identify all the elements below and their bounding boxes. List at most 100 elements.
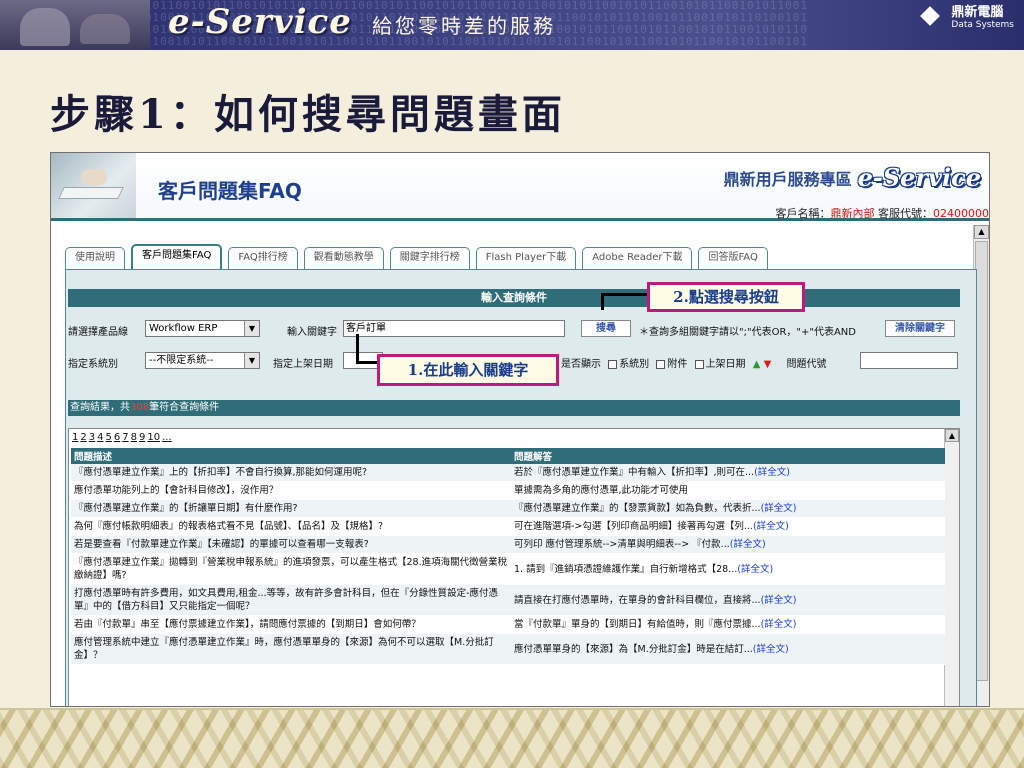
page-link-more[interactable]: ... (162, 432, 172, 443)
keyword-input[interactable]: 客戶訂單 (343, 320, 565, 337)
page-link[interactable]: 5 (106, 432, 112, 443)
faq-question[interactable]: 『應付憑單建立作業』拋轉到『營業稅申報系統』的進項發票，可以產生格式【28.進項… (71, 553, 511, 585)
chevron-down-icon[interactable]: ▼ (244, 321, 259, 336)
faq-question[interactable]: 打應付憑單時有許多費用，如文具費用,租金...等等，故有許多會計科目，但在『分錄… (71, 584, 511, 616)
product-label: 請選擇產品線 (68, 327, 128, 338)
page-link[interactable]: 1 (72, 432, 78, 443)
slide-title: 步驟1：如何搜尋問題畫面 (50, 91, 566, 138)
table-row[interactable]: 打應付憑單時有許多費用，如文具費用,租金...等等，故有許多會計科目，但在『分錄… (71, 584, 945, 616)
tab-keyword-ranking[interactable]: 關鍵字排行榜 (389, 247, 470, 269)
attachment-checkbox[interactable] (656, 359, 666, 369)
faq-question[interactable]: 若是要查看『付款單建立作業』【未確認】的單據可以查看哪一支報表? (71, 535, 511, 554)
table-row[interactable]: 『應付憑單建立作業』上的【折扣率】不會自行換算,那能如何運用呢? 若於『應付憑單建… (71, 464, 945, 482)
tab-flash-download[interactable]: Flash Player下載 (475, 247, 577, 269)
answer-text: 『應付憑單建立作業』的【發票貨款】如為負數，代表折... (514, 503, 761, 514)
page-link[interactable]: 4 (97, 432, 103, 443)
faq-answer: 當『付款單』單身的【到期日】有給值時，則『應付票據...(詳全文) (511, 615, 945, 634)
search-button[interactable]: 搜尋 (581, 320, 631, 337)
table-row[interactable]: 應付管理系統中建立『應付憑單建立作業』時，應付憑單單身的【來源】為何不可以選取【… (71, 633, 945, 665)
app-header: 客戶問題集FAQ 鼎新用戶服務專區 e-Service 客戶名稱：鼎新內部 客服… (51, 153, 990, 221)
tab-faq[interactable]: 客戶問題集FAQ (131, 244, 223, 269)
brand-name-en: Data Systems (951, 20, 1014, 30)
slide-banner: 1010010110010110100101100101011001010110… (0, 0, 1024, 50)
read-more-link[interactable]: (詳全文) (737, 564, 773, 575)
customer-name: 鼎新內部 (830, 207, 875, 220)
zone-label: 鼎新用戶服務專區 (723, 169, 852, 189)
customer-info: 客戶名稱：鼎新內部 客服代號：02400000 (775, 207, 990, 220)
table-row[interactable]: 若是要查看『付款單建立作業』【未確認】的單據可以查看哪一支報表? 可列印 應付管理… (71, 535, 945, 554)
faq-question[interactable]: 若由『付款單』串至【應付票據建立作業】，請問應付票據的【到期日】會如何帶？ (71, 615, 511, 634)
faq-answer: 可列印 應付管理系統-->清單與明細表--> 『付款...(詳全文) (511, 535, 945, 554)
date-checkbox[interactable] (694, 359, 704, 369)
read-more-link[interactable]: (詳全文) (761, 595, 797, 606)
callout-2-pointer-h (601, 293, 647, 296)
app-title: 客戶問題集FAQ (158, 179, 302, 203)
callout-search-button: 2.點選搜尋按鈕 (647, 282, 805, 312)
results-summary: 查詢結果，共308筆符合查詢條件 (68, 400, 960, 416)
faq-question[interactable]: 應付管理系統中建立『應付憑單建立作業』時，應付憑單單身的【來源】為何不可以選取【… (71, 633, 511, 665)
read-more-link[interactable]: (詳全文) (753, 644, 789, 655)
date-label: 指定上架日期 (273, 359, 333, 370)
page-link[interactable]: 8 (131, 432, 137, 443)
faq-answer: 若於『應付憑單建立作業』中有輸入【折扣率】,則可在...(詳全文) (511, 464, 945, 482)
pagination: 1 2 3 4 5 6 7 8 9 10... (72, 432, 174, 443)
tab-bar: 使用說明 客戶問題集FAQ FAQ排行榜 觀看動態教學 關鍵字排行榜 Flash… (65, 244, 768, 269)
table-row[interactable]: 『應付憑單建立作業』拋轉到『營業稅申報系統』的進項發票，可以產生格式【28.進項… (71, 553, 945, 585)
faq-question[interactable]: 『應付憑單建立作業』上的【折扣率】不會自行換算,那能如何運用呢? (71, 464, 511, 482)
table-row[interactable]: 『應付憑單建立作業』的【折讓單日期】有什麼作用? 『應付憑單建立作業』的【發票貨款… (71, 499, 945, 518)
column-header-question: 問題描述 (71, 448, 511, 464)
page-link[interactable]: 2 (80, 432, 86, 443)
read-more-link[interactable]: (詳全文) (754, 467, 790, 478)
tab-help[interactable]: 使用說明 (65, 247, 125, 269)
answer-text: 當『付款單』單身的【到期日】有給值時，則『應付票據... (514, 619, 761, 630)
read-more-link[interactable]: (詳全文) (753, 521, 789, 532)
table-row[interactable]: 若由『付款單』串至【應付票據建立作業】，請問應付票據的【到期日】會如何帶？ 當『付… (71, 615, 945, 634)
scroll-up-icon[interactable]: ▲ (974, 225, 989, 239)
read-more-link[interactable]: (詳全文) (761, 503, 797, 514)
banner-slogan: 給您零時差的服務 (372, 14, 556, 38)
read-more-link[interactable]: (詳全文) (730, 539, 766, 550)
column-header-answer: 問題解答 (511, 448, 945, 464)
system-checkbox[interactable] (608, 359, 618, 369)
page-link[interactable]: 3 (89, 432, 95, 443)
service-code: 02400000 (933, 207, 989, 220)
table-row[interactable]: 為何『應付帳款明細表』的報表格式看不見【品號】、【品名】及【規格】? 可在進階選項… (71, 517, 945, 536)
table-row[interactable]: 應付憑單功能列上的【會計科目修改】，沒作用？ 單據需為多角的應付憑單,此功能才可使… (71, 481, 945, 500)
answer-text: 可在進階選項->勾選【列印商品明細】接著再勾選【列... (514, 521, 753, 532)
tab-faq-ranking[interactable]: FAQ排行榜 (228, 247, 298, 269)
faq-answer: 可在進階選項->勾選【列印商品明細】接著再勾選【列...(詳全文) (511, 517, 945, 536)
question-code-input[interactable] (860, 352, 958, 369)
product-select[interactable]: Workflow ERP ▼ (145, 320, 260, 337)
chevron-down-icon[interactable]: ▼ (244, 353, 259, 368)
read-more-link[interactable]: (詳全文) (761, 619, 797, 630)
search-hint: ＊查詢多組關鍵字請以";"代表OR，"+"代表AND (639, 327, 856, 338)
banner-photo (0, 0, 150, 50)
scroll-up-icon[interactable]: ▲ (945, 429, 959, 442)
faq-answer: 單據需為多角的應付憑單,此功能才可使用 (511, 481, 945, 500)
keyboard-photo (51, 153, 136, 218)
faq-answer: 應付憑單單身的【來源】為【M.分批訂金】時是在結訂...(詳全文) (511, 633, 945, 665)
arrow-down-icon[interactable]: ▼ (764, 359, 772, 370)
faq-question[interactable]: 應付憑單功能列上的【會計科目修改】，沒作用？ (71, 481, 511, 500)
display-options: 是否顯示 系統別 附件 上架日期 ▲ ▼ 問題代號 (561, 359, 827, 370)
list-scrollbar[interactable]: ▲ (944, 429, 959, 706)
keyword-label: 輸入關鍵字 (287, 327, 337, 338)
faq-answer: 請直接在打應付憑單時，在單身的會計科目欄位，直接將...(詳全文) (511, 584, 945, 616)
faq-question[interactable]: 為何『應付帳款明細表』的報表格式看不見【品號】、【品名】及【規格】? (71, 517, 511, 536)
page-link[interactable]: 7 (122, 432, 128, 443)
tab-adobe-download[interactable]: Adobe Reader下載 (582, 247, 693, 269)
search-header: 輸入查詢條件 (68, 289, 960, 307)
arrow-up-icon[interactable]: ▲ (753, 359, 761, 370)
banner-logo: e-Service (168, 2, 352, 42)
tab-answer-faq[interactable]: 回答版FAQ (698, 247, 768, 269)
faq-question[interactable]: 『應付憑單建立作業』的【折讓單日期】有什麼作用? (71, 499, 511, 518)
faq-answer: 『應付憑單建立作業』的【發票貨款】如為負數，代表折...(詳全文) (511, 499, 945, 518)
system-select[interactable]: --不限定系統-- ▼ (145, 352, 260, 369)
page-link[interactable]: 6 (114, 432, 120, 443)
brand-logo: 鼎新電腦 Data Systems (915, 6, 1014, 32)
clear-keyword-button[interactable]: 清除關鍵字 (885, 320, 955, 337)
tab-tutorial[interactable]: 觀看動態教學 (303, 247, 384, 269)
page-link[interactable]: 10 (147, 432, 160, 443)
faq-table: 問題描述 問題解答 『應付憑單建立作業』上的【折扣率】不會自行換算,那能如何運用… (71, 448, 945, 665)
page-link[interactable]: 9 (139, 432, 145, 443)
